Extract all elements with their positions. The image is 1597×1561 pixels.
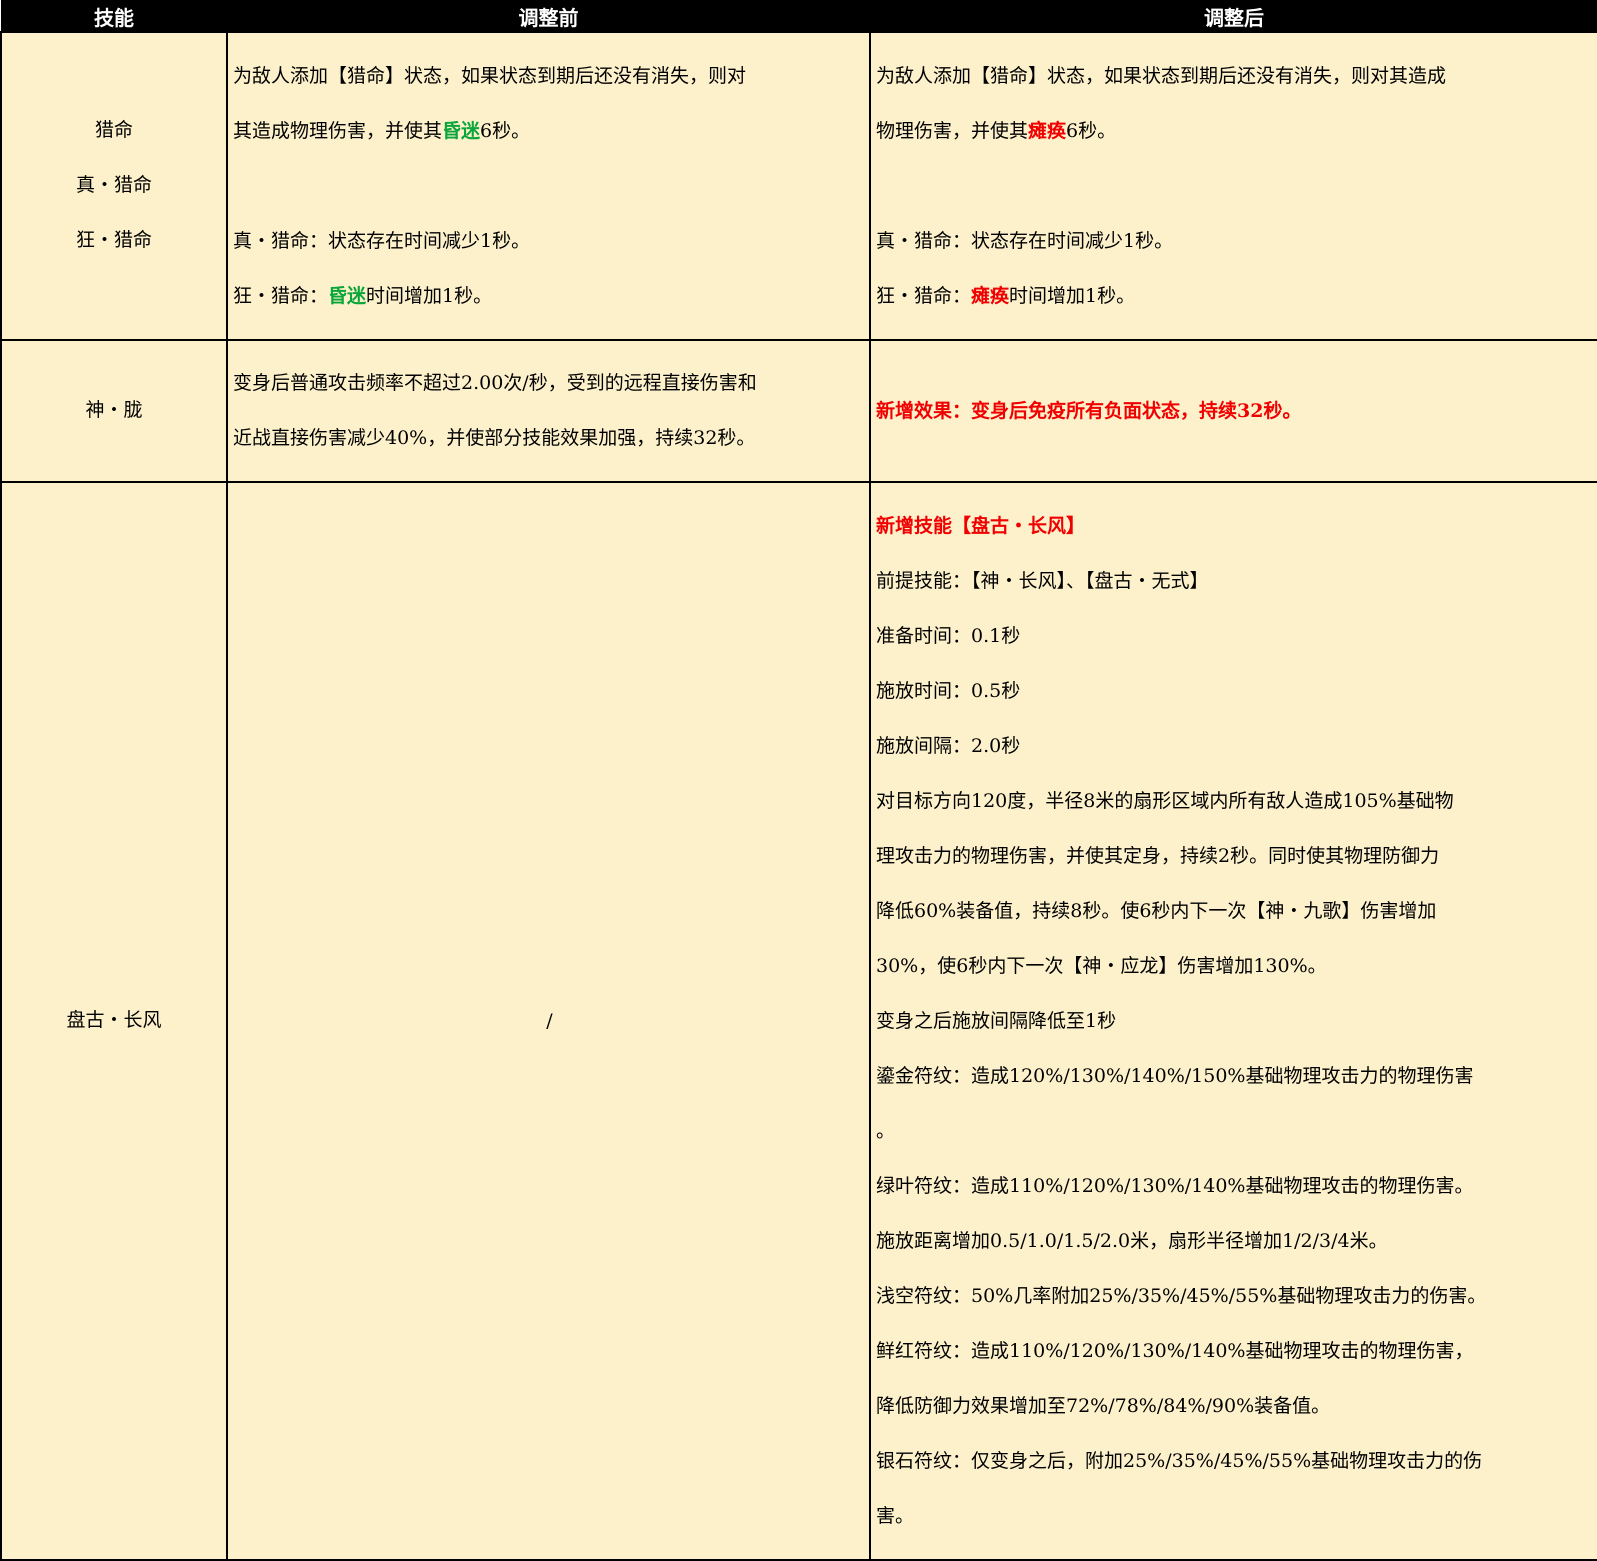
after-text-line: 变身之后施放间隔降低至1秒 bbox=[876, 1009, 1117, 1032]
after-text-line: 狂・猎命：瘫痪时间增加1秒。 bbox=[876, 283, 1594, 311]
after-text-line: 鲜红符纹：造成110%/120%/130%/140%基础物理攻击的物理伤害， bbox=[876, 1339, 1474, 1362]
after-text-line: 为敌人添加【猎命】状态，如果状态到期后还没有消失，则对其造成 bbox=[876, 64, 1447, 87]
after-text-line: 施放距离增加0.5/1.0/1.5/2.0米，扇形半径增加1/2/3/4米。 bbox=[876, 1229, 1388, 1252]
after-text-line: 施放时间：0.5秒 bbox=[876, 679, 1021, 702]
after-text-line: 绿叶符纹：造成110%/120%/130%/140%基础物理攻击的物理伤害。 bbox=[876, 1174, 1474, 1197]
after-text-line: 前提技能：【神・长风】、【盘古・无式】 bbox=[876, 569, 1209, 592]
before-text-line: 近战直接伤害减少40%，并使部分技能效果加强，持续32秒。 bbox=[233, 427, 756, 449]
skill-name-line: 猎命 bbox=[94, 119, 133, 141]
highlight-red: 瘫痪 bbox=[1028, 119, 1067, 142]
after-text-line: 降低防御力效果增加至72%/78%/84%/90%装备值。 bbox=[876, 1394, 1331, 1417]
before-cell: 为敌人添加【猎命】状态，如果状态到期后还没有消失，则对 其造成物理伤害，并使其昏… bbox=[226, 31, 871, 341]
table-row-lieming: 猎命 真・猎命 狂・猎命 为敌人添加【猎命】状态，如果状态到期后还没有消失，则对… bbox=[0, 31, 1597, 341]
after-text-line: 真・猎命：状态存在时间减少1秒。 bbox=[876, 229, 1174, 252]
after-text-line: 鎏金符纹：造成120%/130%/140%/150%基础物理攻击力的物理伤害 bbox=[876, 1064, 1474, 1087]
highlight-green: 昏迷 bbox=[442, 119, 481, 142]
skill-name-cell: 神・胧 bbox=[0, 338, 228, 483]
skill-change-table: 技能 调整前 调整后 猎命 真・猎命 狂・猎命 为敌人添加【猎命】状态，如果状态… bbox=[0, 0, 1597, 1561]
highlight-red: 瘫痪 bbox=[971, 284, 1010, 307]
highlight-green: 昏迷 bbox=[328, 284, 367, 307]
text-segment: 时间增加1秒。 bbox=[366, 284, 493, 307]
table-row-pangu-changfeng: 盘古・长风 / 新增技能【盘古・长风】 前提技能：【神・长风】、【盘古・无式】 … bbox=[0, 481, 1597, 1561]
before-text-line: 真・猎命：状态存在时间减少1秒。 bbox=[233, 229, 531, 252]
table-row-shenlong: 神・胧 变身后普通攻击频率不超过2.00次/秒，受到的远程直接伤害和 近战直接伤… bbox=[0, 338, 1597, 483]
after-text-line: 银石符纹：仅变身之后，附加25%/35%/45%/55%基础物理攻击力的伤 bbox=[876, 1449, 1483, 1472]
text-segment: 物理伤害，并使其 bbox=[876, 119, 1029, 142]
skill-name-cell: 盘古・长风 bbox=[0, 481, 228, 1561]
before-cell-empty: / bbox=[226, 481, 871, 1561]
after-text-line: 理攻击力的物理伤害，并使其定身，持续2秒。同时使其物理防御力 bbox=[876, 844, 1440, 867]
new-skill-title: 新增技能【盘古・长风】 bbox=[876, 514, 1086, 537]
before-text-line: 变身后普通攻击频率不超过2.00次/秒，受到的远程直接伤害和 bbox=[233, 372, 757, 394]
after-text-line: 物理伤害，并使其瘫痪6秒。 bbox=[876, 118, 1594, 146]
after-text-line: 降低60%装备值，持续8秒。使6秒内下一次【神・九歌】伤害增加 bbox=[876, 899, 1437, 922]
after-text-line: 准备时间：0.1秒 bbox=[876, 624, 1021, 647]
text-segment: 其造成物理伤害，并使其 bbox=[233, 119, 443, 142]
before-text-line: 狂・猎命：昏迷时间增加1秒。 bbox=[233, 283, 866, 311]
header-row: 技能 调整前 调整后 bbox=[0, 0, 1597, 33]
after-text-line: 。 bbox=[876, 1119, 896, 1142]
after-cell: 新增效果：变身后免疫所有负面状态，持续32秒。 bbox=[869, 338, 1597, 483]
new-effect-text: 新增效果：变身后免疫所有负面状态，持续32秒。 bbox=[876, 399, 1302, 422]
skill-name-line: 真・猎命 bbox=[75, 174, 152, 196]
header-skill: 技能 bbox=[0, 0, 228, 33]
text-segment: 6秒。 bbox=[1066, 119, 1117, 142]
before-text-line: 其造成物理伤害，并使其昏迷6秒。 bbox=[233, 118, 866, 146]
before-text-line: 为敌人添加【猎命】状态，如果状态到期后还没有消失，则对 bbox=[233, 64, 747, 87]
after-text-line: 害。 bbox=[876, 1504, 915, 1527]
after-text-line: 30%，使6秒内下一次【神・应龙】伤害增加130%。 bbox=[876, 954, 1327, 977]
skill-name-line: 狂・猎命 bbox=[75, 229, 152, 251]
after-text-line: 浅空符纹：50%几率附加25%/35%/45%/55%基础物理攻击力的伤害。 bbox=[876, 1284, 1487, 1307]
text-segment: 6秒。 bbox=[480, 119, 531, 142]
header-before: 调整前 bbox=[226, 0, 871, 33]
header-after: 调整后 bbox=[869, 0, 1597, 33]
skill-name-cell: 猎命 真・猎命 狂・猎命 bbox=[0, 31, 228, 341]
text-segment: 时间增加1秒。 bbox=[1009, 284, 1136, 307]
after-cell: 新增技能【盘古・长风】 前提技能：【神・长风】、【盘古・无式】 准备时间：0.1… bbox=[869, 481, 1597, 1561]
after-cell: 为敌人添加【猎命】状态，如果状态到期后还没有消失，则对其造成 物理伤害，并使其瘫… bbox=[869, 31, 1597, 341]
text-segment: 狂・猎命： bbox=[876, 284, 972, 307]
text-segment: 狂・猎命： bbox=[233, 284, 329, 307]
after-text-line: 对目标方向120度，半径8米的扇形区域内所有敌人造成105%基础物 bbox=[876, 789, 1454, 812]
after-text-line: 施放间隔：2.0秒 bbox=[876, 734, 1021, 757]
before-cell: 变身后普通攻击频率不超过2.00次/秒，受到的远程直接伤害和 近战直接伤害减少4… bbox=[226, 338, 871, 483]
